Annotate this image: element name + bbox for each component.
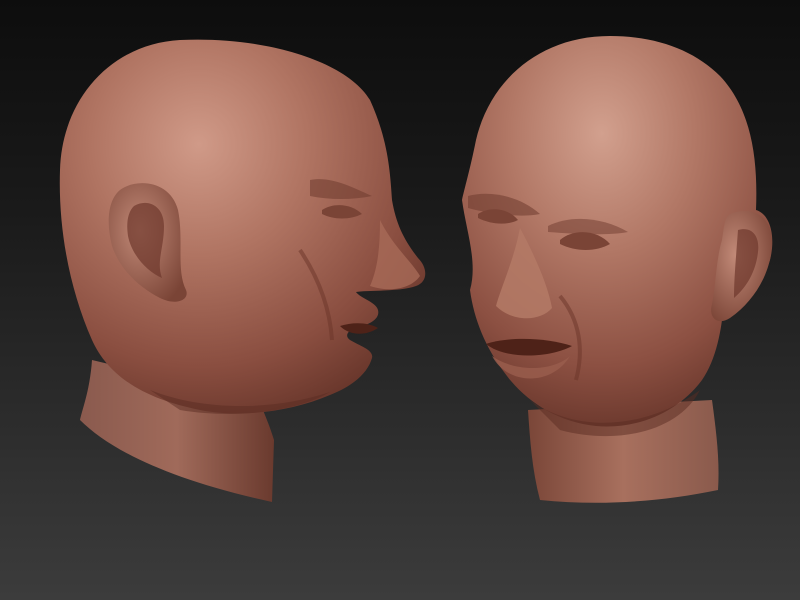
sculpt-render-canvas [59, 36, 773, 503]
render-viewport [0, 0, 800, 600]
head-three-quarter [462, 36, 773, 503]
head-profile [59, 39, 426, 502]
